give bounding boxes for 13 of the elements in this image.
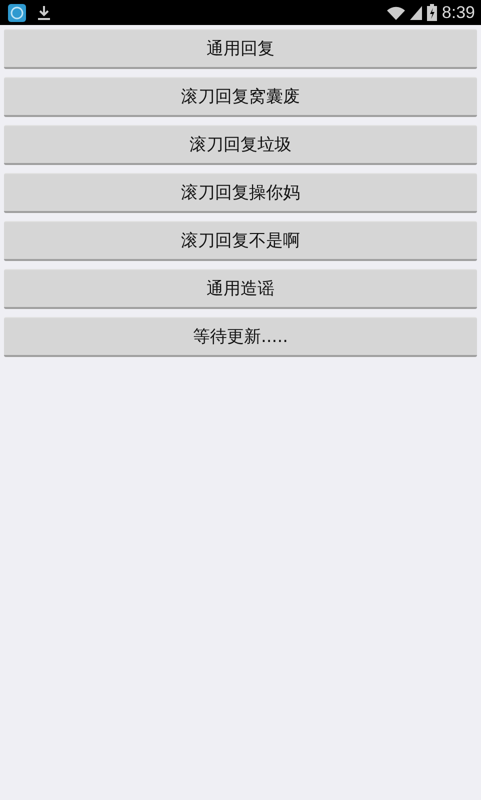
reply-button[interactable]: 滚刀回复不是啊	[4, 221, 477, 261]
download-icon	[38, 4, 50, 20]
reply-button[interactable]: 滚刀回复垃圾	[4, 125, 477, 165]
reply-button[interactable]: 通用造谣	[4, 269, 477, 309]
reply-button[interactable]: 滚刀回复操你妈	[4, 173, 477, 213]
reply-button[interactable]: 等待更新.....	[4, 317, 477, 357]
reply-button[interactable]: 滚刀回复窝囊废	[4, 77, 477, 117]
app-icon	[8, 4, 26, 22]
clock-time: 8:39	[442, 2, 475, 22]
battery-icon	[426, 4, 437, 21]
wifi-icon	[386, 6, 405, 20]
reply-button[interactable]: 通用回复	[4, 29, 477, 69]
signal-icon	[410, 6, 422, 20]
